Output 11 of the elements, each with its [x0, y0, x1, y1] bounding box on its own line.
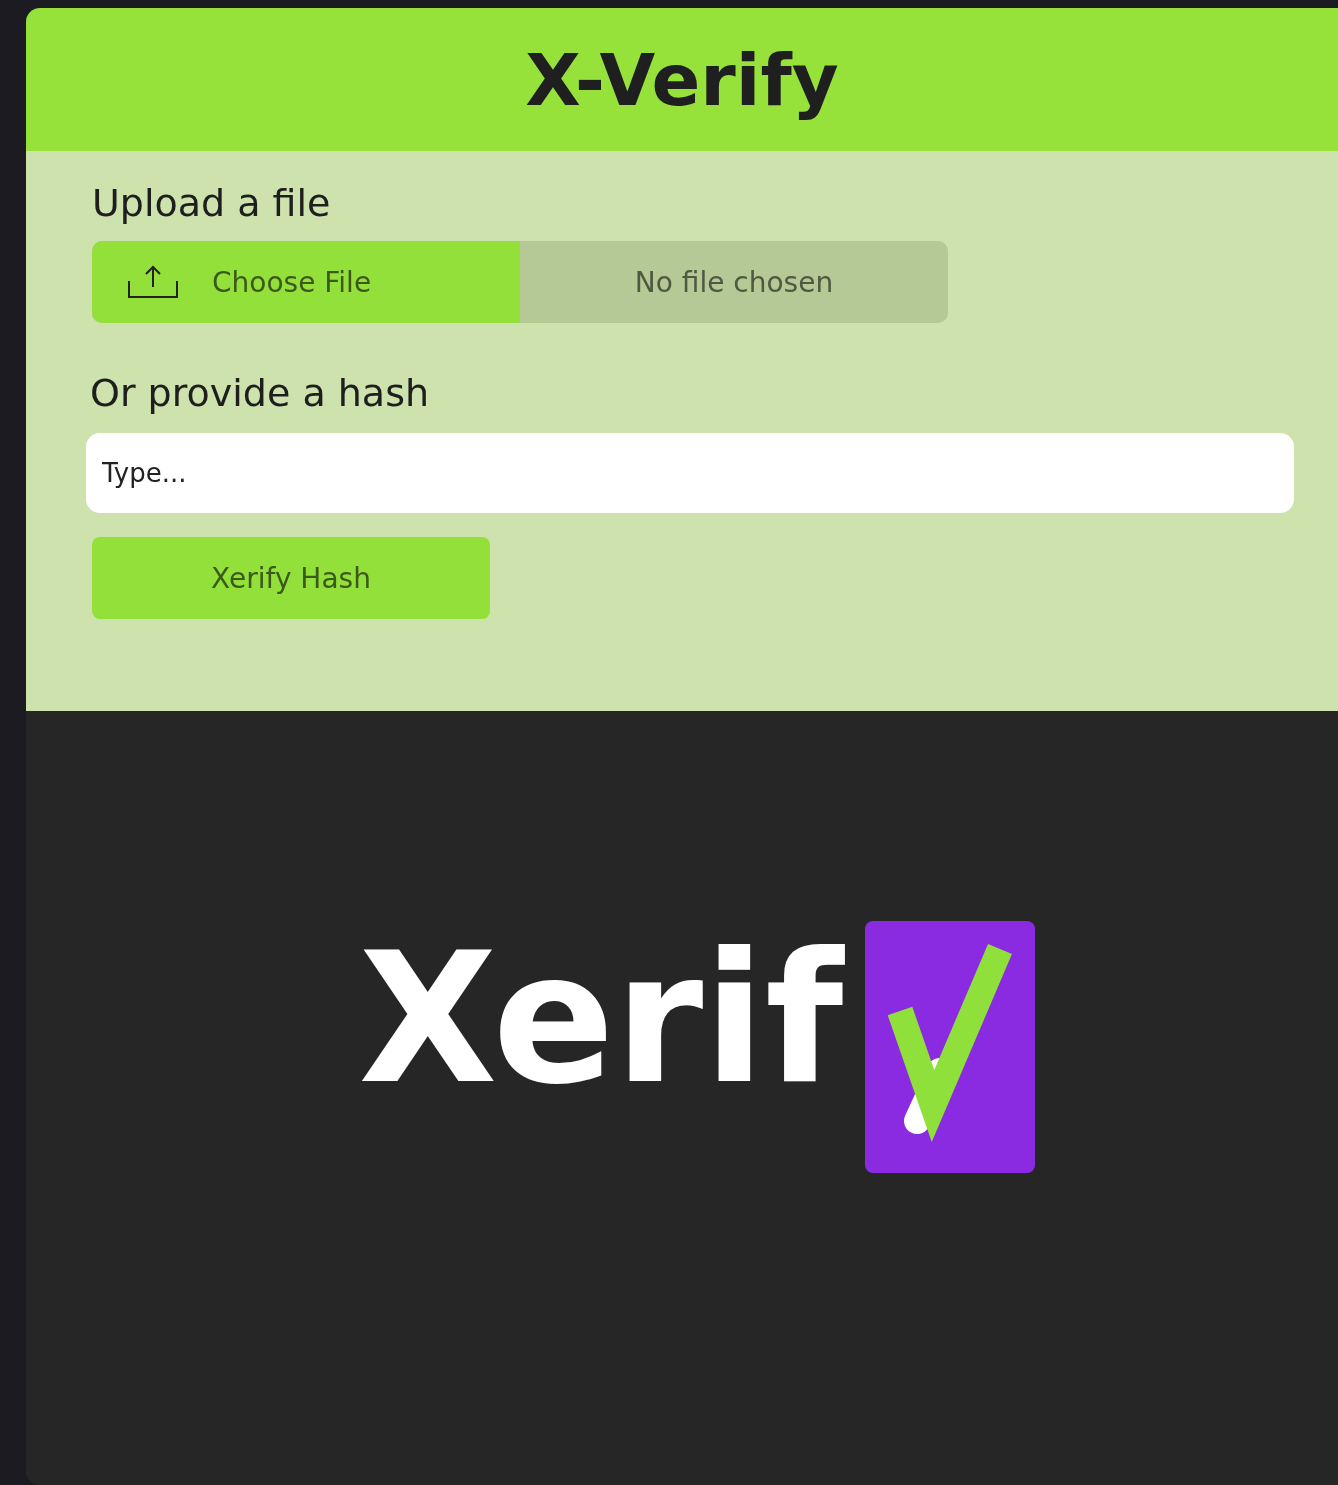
checkmark-logo-icon	[865, 921, 1036, 1173]
choose-file-button[interactable]: Choose File	[92, 241, 520, 323]
hash-heading: Or provide a hash	[90, 371, 429, 415]
file-status: No file chosen	[633, 264, 835, 301]
hash-input-field[interactable]: Type...	[86, 433, 1294, 513]
upload-icon	[128, 265, 178, 299]
upload-heading: Upload a file	[92, 181, 331, 225]
logo-text: Xerif	[357, 913, 846, 1125]
verify-hash-button[interactable]: Xerify Hash	[92, 537, 490, 619]
file-input[interactable]: Choose File No file chosen	[92, 241, 948, 323]
app-title: X-Verify	[525, 37, 839, 122]
